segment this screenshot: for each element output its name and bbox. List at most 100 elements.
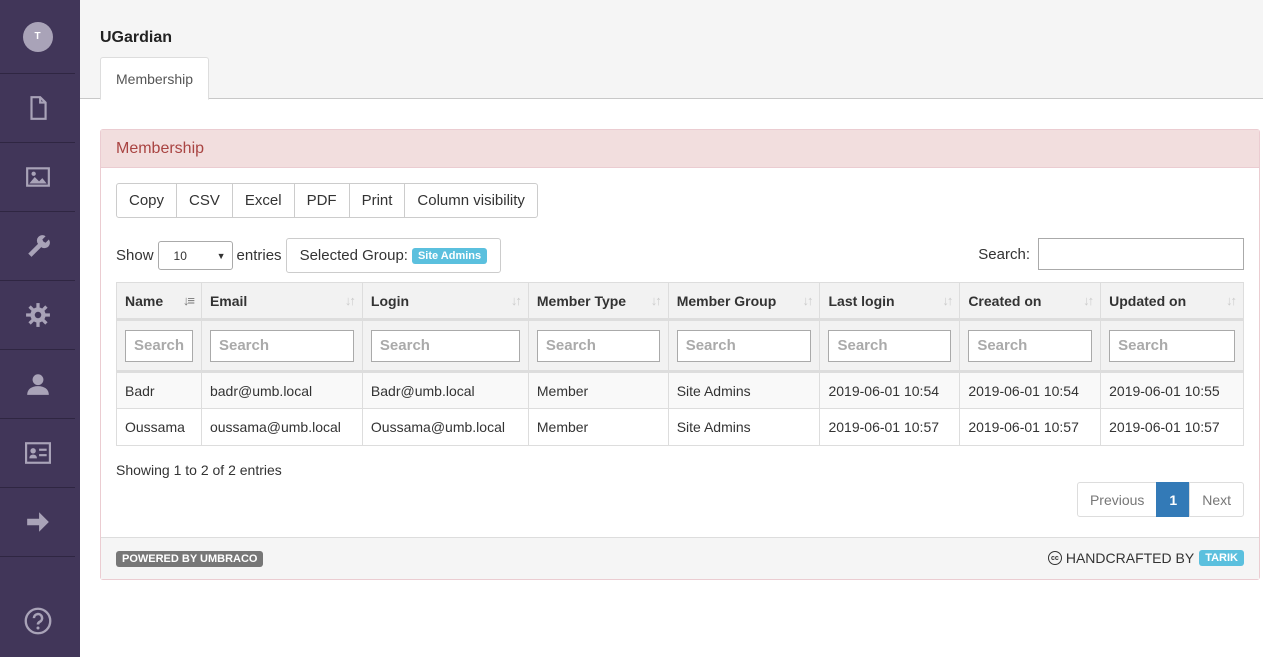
filter-cell: Search — [116, 319, 202, 373]
filter-last-login-input[interactable]: Search — [828, 329, 952, 362]
avatar-section: T — [0, 0, 75, 74]
tab-membership[interactable]: Membership — [100, 57, 210, 100]
sidebar: T — [0, 0, 80, 657]
export-button-group: Copy CSV Excel PDF Print Column visibili… — [116, 183, 538, 218]
filter-email-input[interactable]: Search — [209, 329, 354, 362]
header: UGardian Membership — [80, 0, 1263, 100]
sidebar-item-content[interactable] — [0, 74, 75, 143]
membership-panel: Membership Copy CSV Excel PDF Print Colu… — [100, 129, 1260, 580]
filter-cell: Search — [527, 319, 669, 373]
cell-updated-on: 2019-06-01 10:57 — [1100, 408, 1244, 446]
page-length-select[interactable]: 10 ▼ — [157, 241, 233, 270]
filter-member-type-input[interactable]: Search — [536, 329, 660, 362]
panel-title: Membership — [101, 130, 1259, 168]
show-label: Show — [116, 247, 154, 264]
author-badge: TARIK — [1199, 550, 1244, 566]
sort-asc-icon: ↓≡ — [182, 293, 195, 308]
cell-email: oussama@umb.local — [200, 408, 363, 446]
sidebar-item-members[interactable] — [0, 419, 75, 488]
sidebar-item-forms[interactable] — [0, 488, 75, 557]
sort-icon: ↓↑ — [802, 293, 813, 308]
cell-updated-on: 2019-06-01 10:55 — [1100, 371, 1244, 409]
page-length-value: 10 — [173, 248, 187, 263]
creative-commons-icon: cc — [1047, 551, 1062, 565]
sidebar-item-media[interactable] — [0, 143, 75, 212]
sidebar-item-users[interactable] — [0, 350, 75, 419]
column-visibility-button[interactable]: Column visibility — [404, 183, 538, 218]
sort-icon: ↓↑ — [344, 293, 356, 308]
column-header-member-group[interactable]: Member Group ↓↑ — [667, 282, 821, 321]
avatar[interactable]: T — [22, 21, 53, 52]
sort-icon: ↓↑ — [510, 293, 522, 308]
filter-member-group-input[interactable]: Search — [676, 329, 812, 362]
entries-label: entries — [236, 247, 282, 264]
id-card-icon — [24, 442, 51, 464]
table-row[interactable]: Badr badr@umb.local Badr@umb.local Membe… — [116, 371, 1244, 409]
help-button[interactable] — [0, 607, 75, 635]
filter-cell: Search — [361, 319, 529, 373]
page-1-button[interactable]: 1 — [1156, 482, 1191, 517]
column-header-email[interactable]: Email ↓↑ — [200, 282, 363, 321]
panel-footer: POWERED BY UMBRACO cc HANDCRAFTED BY TAR… — [101, 537, 1259, 579]
pdf-button[interactable]: PDF — [293, 183, 350, 218]
excel-button[interactable]: Excel — [231, 183, 295, 218]
column-header-created-on[interactable]: Created on ↓↑ — [959, 282, 1102, 321]
column-header-member-type[interactable]: Member Type ↓↑ — [527, 282, 669, 321]
table-info: Showing 1 to 2 of 2 entries — [116, 462, 282, 478]
print-button[interactable]: Print — [348, 183, 406, 218]
sort-icon: ↓↑ — [650, 293, 662, 308]
length-control: Show 10 ▼ entries Selected Group: Site A… — [116, 238, 502, 273]
cell-member-group: Site Admins — [667, 371, 821, 409]
image-icon — [25, 167, 50, 187]
copy-button[interactable]: Copy — [116, 183, 178, 218]
column-header-login[interactable]: Login ↓↑ — [361, 282, 529, 321]
powered-by-badge: POWERED BY UMBRACO — [116, 551, 264, 567]
filter-updated-on-input[interactable]: Search — [1109, 329, 1235, 362]
table-row[interactable]: Oussama oussama@umb.local Oussama@umb.lo… — [116, 408, 1244, 446]
filter-cell: Search — [667, 319, 821, 373]
members-table: Name ↓≡ Email ↓↑ Login ↓↑ Member Type ↓↑ Mem… — [116, 282, 1244, 446]
arrow-right-icon — [26, 512, 49, 532]
selected-group-label: Selected Group: — [299, 247, 408, 264]
sort-icon: ↓↑ — [942, 293, 953, 308]
cell-login: Badr@umb.local — [361, 371, 529, 409]
chevron-down-icon: ▼ — [216, 250, 226, 261]
help-icon — [24, 607, 51, 635]
gear-icon — [25, 303, 50, 327]
column-header-last-login[interactable]: Last login ↓↑ — [819, 282, 961, 321]
sidebar-item-developer[interactable] — [0, 281, 75, 350]
user-icon — [26, 374, 49, 395]
cell-name: Badr — [116, 371, 202, 409]
search-label: Search: — [978, 245, 1030, 263]
next-page-button[interactable]: Next — [1189, 482, 1244, 517]
csv-button[interactable]: CSV — [176, 183, 233, 218]
filter-created-on-input[interactable]: Search — [968, 329, 1093, 362]
handcrafted-label: HANDCRAFTED BY — [1065, 550, 1195, 566]
cell-last-login: 2019-06-01 10:57 — [819, 408, 961, 446]
sidebar-item-settings[interactable] — [0, 212, 75, 281]
sort-icon: ↓↑ — [1083, 293, 1094, 308]
column-header-updated-on[interactable]: Updated on ↓↑ — [1100, 282, 1244, 321]
cell-email: badr@umb.local — [200, 371, 363, 409]
handcrafted-credit: cc HANDCRAFTED BY TARIK — [1047, 550, 1244, 566]
cell-name: Oussama — [116, 408, 202, 446]
cell-last-login: 2019-06-01 10:54 — [819, 371, 961, 409]
search-input[interactable] — [1038, 238, 1244, 270]
column-header-name[interactable]: Name ↓≡ — [116, 282, 202, 321]
cell-created-on: 2019-06-01 10:54 — [959, 371, 1102, 409]
cell-created-on: 2019-06-01 10:57 — [959, 408, 1102, 446]
selected-group-badge: Site Admins — [411, 247, 488, 264]
filter-cell: Search — [1100, 319, 1244, 373]
filter-cell: Search — [200, 319, 363, 373]
filter-cell: Search — [959, 319, 1102, 373]
pagination: Previous 1 Next — [1076, 482, 1244, 517]
filter-name-input[interactable]: Search — [125, 329, 193, 362]
global-search: Search: — [978, 238, 1244, 270]
app-title: UGardian — [100, 29, 173, 46]
filter-login-input[interactable]: Search — [370, 329, 520, 362]
selected-group-box: Selected Group: Site Admins — [285, 238, 502, 273]
previous-page-button[interactable]: Previous — [1076, 482, 1158, 517]
cell-login: Oussama@umb.local — [361, 408, 529, 446]
filter-cell: Search — [819, 319, 961, 373]
cell-member-type: Member — [527, 408, 669, 446]
